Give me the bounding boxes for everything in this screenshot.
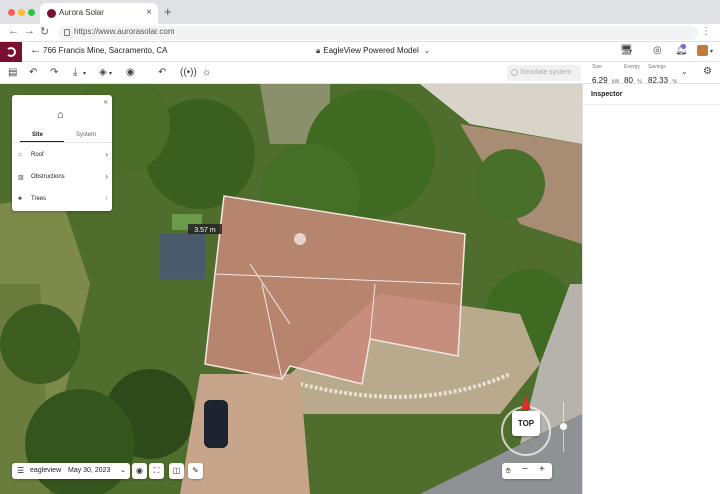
tab-system[interactable]: System	[76, 132, 96, 138]
tab-close-icon[interactable]: ×	[146, 7, 152, 18]
minimize-window-button[interactable]	[18, 9, 25, 16]
metric-label: Energy	[624, 64, 640, 70]
inspector-title: Inspector	[591, 91, 623, 98]
chevron-down-icon[interactable]: ▾	[629, 48, 632, 55]
redo-icon[interactable]: ↷	[50, 67, 58, 78]
pointer-icon: ↑	[105, 196, 108, 202]
design-toolbar: ▤ ↶ ↷ ⤓ ▾ ◈ ▾ ◉ ↶ ((•)) ☼ Simulate syste…	[0, 62, 720, 85]
panel-item-label: Obstructions	[31, 174, 65, 180]
aurora-logo-icon[interactable]	[0, 42, 22, 62]
gear-icon[interactable]: ⚙︎	[703, 66, 712, 77]
svg-text:3.57 m: 3.57 m	[194, 227, 216, 234]
chevron-right-icon: ›	[105, 150, 108, 159]
target-icon[interactable]: ◉	[126, 67, 135, 78]
chevron-down-icon[interactable]: ▾	[710, 48, 713, 55]
panel-item-label: Trees	[31, 196, 47, 202]
panel-item-trees[interactable]: ♣ Trees ↑	[18, 194, 108, 208]
top-view-button[interactable]: TOP	[512, 411, 540, 436]
zoom-out-button[interactable]: −	[522, 464, 528, 475]
measurement-label: 3.57 m	[188, 224, 222, 234]
zoom-controls: ✋︎ − +	[502, 463, 552, 479]
divider	[583, 104, 720, 105]
avatar[interactable]	[697, 45, 708, 56]
home-icon[interactable]: ⌂	[57, 109, 64, 121]
tree-icon: ♣	[18, 196, 22, 202]
notification-badge	[681, 44, 686, 49]
chevron-down-icon[interactable]: ▾	[109, 70, 112, 77]
inspector-panel: Inspector	[582, 84, 720, 494]
obstruction-icon: ▥	[18, 175, 24, 181]
frame-icon[interactable]: ⛶	[149, 463, 164, 479]
app-header: ← 766 Francis Mine, Sacramento, CA 🔒︎ Eag…	[0, 42, 720, 62]
browser-tab-bar: Aurora Solar × +	[0, 0, 720, 24]
sun-icon[interactable]: ☼	[202, 67, 211, 78]
back-arrow-icon[interactable]: ←	[8, 25, 19, 37]
panel-item-obstructions[interactable]: ▥ Obstructions ›	[18, 172, 108, 186]
compass[interactable]: TOP	[501, 396, 551, 456]
radio-signal-icon[interactable]: ((•))	[180, 67, 197, 78]
aurora-favicon-icon	[47, 9, 56, 18]
imagery-selector[interactable]: ☰ eagleview May 30, 2023 ⌄	[12, 463, 130, 479]
rotate-icon[interactable]: ↶	[158, 67, 166, 78]
north-arrow-icon	[521, 396, 531, 410]
model-name: EagleView Powered Model	[323, 46, 419, 55]
undo-icon[interactable]: ↶	[29, 67, 37, 78]
tab-site[interactable]: Site	[32, 132, 43, 138]
new-tab-icon[interactable]: +	[164, 4, 172, 19]
tab-title: Aurora Solar	[59, 8, 104, 17]
close-window-button[interactable]	[8, 9, 15, 16]
forward-arrow-icon[interactable]: →	[24, 25, 35, 37]
divider	[12, 142, 112, 143]
pan-hand-icon[interactable]: ✋︎	[506, 466, 511, 476]
back-arrow-icon[interactable]: ←	[30, 44, 41, 56]
chevron-right-icon: ›	[105, 172, 108, 181]
chevron-down-icon: ⌄	[423, 48, 430, 55]
simulate-system-button[interactable]: Simulate system	[507, 65, 581, 81]
roof-icon: ⌂	[18, 152, 22, 158]
model-selector[interactable]: 🔒︎ EagleView Powered Model ⌄	[316, 46, 430, 56]
layers-icon[interactable]: ◈	[99, 67, 107, 78]
browser-menu-icon[interactable]: ⋮	[701, 26, 711, 37]
visibility-icon[interactable]: ◉	[132, 463, 147, 479]
maximize-window-button[interactable]	[28, 9, 35, 16]
collapse-panel-icon[interactable]: «	[104, 97, 108, 106]
imagery-provider: eagleview	[30, 467, 62, 474]
imagery-date: May 30, 2023	[68, 467, 111, 474]
project-address: 766 Francis Mine, Sacramento, CA	[43, 46, 168, 55]
notes-icon[interactable]: ▤	[8, 67, 17, 78]
help-icon[interactable]: ◎	[653, 45, 662, 56]
lock-icon: 🔒︎	[316, 46, 321, 55]
chevron-down-icon[interactable]: ⌄	[681, 67, 688, 76]
import-icon[interactable]: ⤓	[73, 67, 77, 78]
eagleview-logo-icon: ☰	[17, 466, 25, 475]
reload-icon[interactable]: ↻	[40, 25, 49, 38]
map-bottom-controls: ☰ eagleview May 30, 2023 ⌄ ◉ ⛶ ◫ ✎	[12, 463, 203, 481]
panel-item-label: Roof	[31, 152, 44, 158]
panel-item-roof[interactable]: ⌂ Roof ›	[18, 150, 108, 164]
chevron-down-icon[interactable]: ▾	[83, 70, 86, 77]
pencil-icon[interactable]: ✎	[188, 463, 203, 479]
split-view-icon[interactable]: ◫	[169, 463, 184, 479]
simulate-icon	[511, 69, 518, 76]
lock-icon	[64, 29, 70, 36]
site-panel: « ⌂ Site System ⌂ Roof › ▥ Obstructions …	[12, 95, 112, 211]
tilt-slider-handle[interactable]	[559, 422, 568, 431]
metric-label: Size	[592, 64, 602, 70]
metric-label: Savings	[648, 64, 666, 70]
address-bar[interactable]: https://www.aurorasolar.com	[58, 26, 698, 40]
chevron-down-icon: ⌄	[120, 467, 126, 474]
url-text: https://www.aurorasolar.com	[74, 27, 175, 36]
browser-tab[interactable]: Aurora Solar ×	[40, 3, 158, 24]
browser-toolbar: ← → ↻ https://www.aurorasolar.com ⋮	[0, 24, 720, 42]
zoom-in-button[interactable]: +	[539, 464, 545, 475]
